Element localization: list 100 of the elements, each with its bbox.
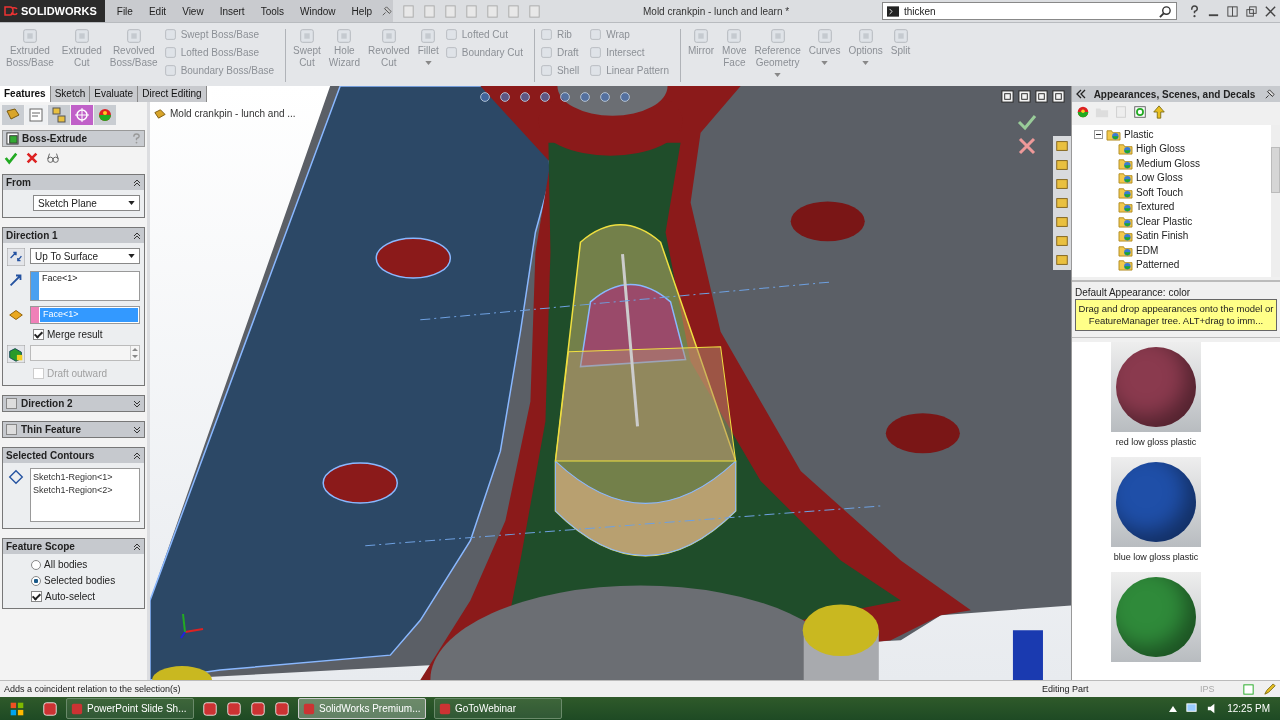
section-header[interactable]: Direction 2 [3,396,144,411]
network-icon[interactable] [1185,702,1199,715]
up-arrow-icon[interactable] [1169,705,1178,712]
menu-item[interactable]: View [174,5,212,17]
tree-expander-icon[interactable] [1094,129,1103,139]
tab[interactable]: Direct Editing [138,86,207,102]
caret-icon[interactable] [774,73,782,77]
section-header[interactable]: From [3,175,144,190]
appearance-tab-icon[interactable] [94,105,116,125]
task-pane-tab-icon[interactable] [1055,176,1069,192]
search-field[interactable]: thicken [882,2,1177,20]
view-toolbar-icon[interactable] [498,90,512,104]
tree-folder-item[interactable]: Patterned [1094,257,1271,272]
list-item[interactable]: Sketch1-Region<2> [33,484,137,497]
view-toolbar-icon[interactable] [558,90,572,104]
tab[interactable]: Evaluate [90,86,139,102]
task-pane-tab-icon[interactable] [1055,157,1069,173]
list-item[interactable]: Sketch1-Region<1> [33,471,137,484]
cancel-x-icon[interactable] [25,151,39,165]
taskbar-app-icon[interactable] [226,700,242,717]
taskbar-window-button[interactable]: PowerPoint Slide Sh... [66,698,194,719]
section-header[interactable]: Selected Contours [3,448,144,463]
crosshair-tab-icon[interactable] [71,105,93,125]
spinner-arrows-icon[interactable] [130,346,139,360]
menu-item[interactable]: File [108,5,141,17]
pin-icon[interactable] [380,4,394,18]
task-pane-tab-icon[interactable] [1055,233,1069,249]
collapse-chevron-icon[interactable] [133,451,141,460]
search-icon[interactable] [1159,4,1172,18]
collapse-chevron-icon[interactable] [133,231,141,240]
refresh-icon[interactable] [1133,105,1147,119]
section-header[interactable]: Direction 1 [3,228,144,243]
menu-item[interactable]: Help [343,5,381,17]
tree-folder-item[interactable]: Plastic [1094,127,1271,142]
menu-item[interactable]: Insert [211,5,253,17]
end-condition-dropdown[interactable]: Up To Surface [30,248,140,264]
taskbar-window-button[interactable]: GoToWebinar [434,698,562,719]
menu-item[interactable]: Window [292,5,344,17]
viewport-window-icon[interactable] [1035,90,1048,103]
viewport-window-icon[interactable] [1001,90,1014,103]
clock[interactable]: 12:25 PM [1227,703,1270,714]
scrollbar[interactable] [1271,125,1280,277]
view-toolbar-icon[interactable] [518,90,532,104]
section-header[interactable]: Thin Feature [3,422,144,437]
taskbar-app-icon[interactable] [42,700,58,717]
preview-glasses-icon[interactable] [46,151,60,165]
expand-chevron-icon[interactable] [133,425,141,434]
tree-folder-item[interactable]: Clear Plastic [1094,214,1271,229]
taskbar-app-icon[interactable] [250,700,266,717]
collapse-icon[interactable] [1076,89,1086,99]
menu-item[interactable]: Tools [252,5,292,17]
expand-chevron-icon[interactable] [133,399,141,408]
tree-folder-item[interactable]: Low Gloss [1094,170,1271,185]
menu-item[interactable]: Edit [140,5,175,17]
color-ball-icon[interactable] [1076,105,1090,119]
collapse-chevron-icon[interactable] [133,542,141,551]
tree-folder-item[interactable]: Textured [1094,199,1271,214]
tree-folder-item[interactable]: High Gloss [1094,141,1271,156]
reverse-direction-icon[interactable] [7,248,25,266]
scope-radio[interactable]: All bodies [31,559,140,570]
view-toolbar-icon[interactable] [598,90,612,104]
view-toolbar-icon[interactable] [618,90,632,104]
pencil-icon[interactable] [1263,682,1276,696]
confirm-check-icon[interactable] [1017,112,1037,132]
contour-list[interactable]: Sketch1-Region<1> Sketch1-Region<2> [30,468,140,522]
help-icon[interactable] [1188,4,1201,18]
taskbar-window-button[interactable]: SolidWorks Premium... [298,698,426,719]
solid-body-icon[interactable] [7,345,25,363]
taskbar-app-icon[interactable] [274,700,290,717]
task-pane-tab-icon[interactable] [1055,138,1069,154]
auto-select-checkbox[interactable]: Auto-select [31,591,140,602]
feature-tree-tab-icon[interactable] [2,105,24,125]
selection-list[interactable]: Face<1> [30,271,140,301]
tab[interactable]: Sketch [50,86,91,102]
collapse-chevron-icon[interactable] [133,178,141,187]
close-icon[interactable] [1264,4,1277,18]
caret-icon[interactable] [862,61,870,65]
scope-radio[interactable]: Selected bodies [31,575,140,586]
view-toolbar-icon[interactable] [478,90,492,104]
task-pane-tab-icon[interactable] [1055,252,1069,268]
restore-icon[interactable] [1245,4,1258,18]
pin-icon[interactable] [1263,87,1276,101]
tree-folder-item[interactable]: EDM [1094,243,1271,258]
view-toolbar-icon[interactable] [538,90,552,104]
ok-check-icon[interactable] [4,151,18,165]
task-pane-tab-icon[interactable] [1055,195,1069,211]
caret-icon[interactable] [424,61,432,65]
start-condition-dropdown[interactable]: Sketch Plane [33,195,140,211]
taskbar-app-icon[interactable] [202,700,218,717]
viewport-window-icon[interactable] [1052,90,1065,103]
tree-folder-item[interactable]: Soft Touch [1094,185,1271,200]
tree-folder-item[interactable]: Medium Gloss [1094,156,1271,171]
section-header[interactable]: Feature Scope [3,539,144,554]
viewport-window-icon[interactable] [1018,90,1031,103]
caret-icon[interactable] [821,61,829,65]
tile-icon[interactable] [1226,4,1239,18]
feature-tree-item[interactable]: Mold crankpin - lunch and ... [153,107,296,120]
confirm-x-icon[interactable] [1017,136,1037,156]
view-toolbar-icon[interactable] [578,90,592,104]
spin-field[interactable] [30,345,140,361]
